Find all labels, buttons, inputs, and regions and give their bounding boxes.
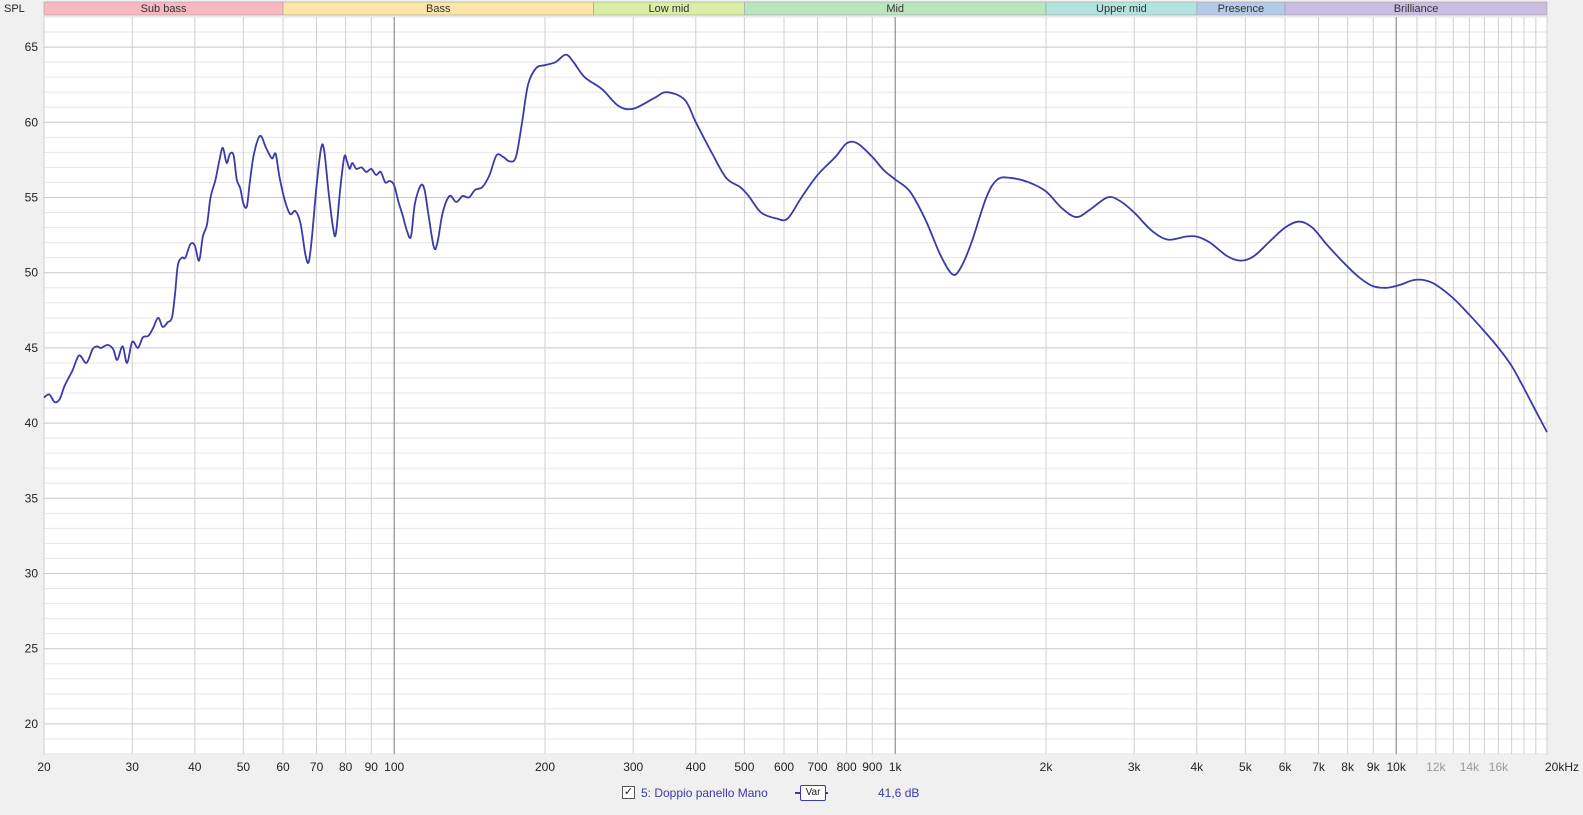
legend-series-label[interactable]: 5: Doppio panello Mano bbox=[641, 786, 768, 800]
x-tick-label: 12k bbox=[1426, 760, 1446, 774]
x-axis-ticks: 20 30 40 50 60 70 80 90 100 200 300 400 500 600 700 800… bbox=[37, 760, 1579, 774]
band-label: Sub bass bbox=[141, 3, 187, 15]
x-tick-label: 900 bbox=[862, 760, 882, 774]
var-button[interactable]: Var bbox=[800, 785, 826, 801]
series-visibility-checkbox[interactable]: ✓ bbox=[622, 786, 635, 799]
x-tick-label: 800 bbox=[837, 760, 857, 774]
x-tick-label: 1k bbox=[889, 760, 903, 774]
y-tick-label: 30 bbox=[25, 567, 39, 581]
frequency-response-chart[interactable]: Sub bass Bass Low mid Mid Upper mid Presence B… bbox=[0, 0, 1583, 815]
x-tick-label: 200 bbox=[535, 760, 555, 774]
band-label: Upper mid bbox=[1096, 3, 1147, 15]
y-tick-label: 55 bbox=[25, 190, 39, 204]
x-tick-label: 6k bbox=[1279, 760, 1293, 774]
cursor-value-readout: 41,6 dB bbox=[878, 786, 920, 800]
y-tick-label: 25 bbox=[25, 642, 39, 656]
x-tick-label: 80 bbox=[339, 760, 353, 774]
x-tick-label: 9k bbox=[1367, 760, 1381, 774]
x-tick-label: 20 bbox=[37, 760, 51, 774]
x-tick-label: 16k bbox=[1489, 760, 1509, 774]
x-tick-label: 3k bbox=[1128, 760, 1142, 774]
y-axis-ticks: 20 25 30 35 40 45 50 55 60 65 bbox=[25, 40, 39, 731]
x-tick-label: 90 bbox=[365, 760, 379, 774]
x-tick-label: 500 bbox=[734, 760, 754, 774]
x-tick-label: 60 bbox=[276, 760, 290, 774]
band-label: Brilliance bbox=[1394, 3, 1439, 15]
x-tick-label: 400 bbox=[686, 760, 706, 774]
x-tick-label: 40 bbox=[188, 760, 202, 774]
y-tick-label: 40 bbox=[25, 416, 39, 430]
x-tick-label: 14k bbox=[1460, 760, 1480, 774]
plot-area[interactable] bbox=[43, 16, 1548, 755]
x-tick-label: 30 bbox=[126, 760, 140, 774]
y-axis-label: SPL bbox=[4, 3, 25, 15]
x-tick-label: 600 bbox=[774, 760, 794, 774]
x-tick-label: 100 bbox=[384, 760, 404, 774]
x-tick-label: 7k bbox=[1312, 760, 1326, 774]
y-tick-label: 45 bbox=[25, 341, 39, 355]
x-tick-label: 8k bbox=[1341, 760, 1355, 774]
x-tick-label: 10k bbox=[1387, 760, 1407, 774]
y-tick-label: 20 bbox=[25, 717, 39, 731]
x-tick-label: 50 bbox=[237, 760, 251, 774]
y-tick-label: 35 bbox=[25, 491, 39, 505]
x-tick-label: 20kHz bbox=[1545, 760, 1579, 774]
x-tick-label: 300 bbox=[623, 760, 643, 774]
band-label: Presence bbox=[1218, 3, 1264, 15]
x-tick-label: 700 bbox=[808, 760, 828, 774]
y-tick-label: 65 bbox=[25, 40, 39, 54]
x-tick-label: 70 bbox=[310, 760, 324, 774]
x-tick-label: 4k bbox=[1190, 760, 1204, 774]
x-tick-label: 2k bbox=[1040, 760, 1054, 774]
band-label: Mid bbox=[886, 3, 904, 15]
band-label: Bass bbox=[426, 3, 451, 15]
legend: ✓ 5: Doppio panello Mano Var 41,6 dB bbox=[0, 784, 1583, 806]
y-tick-label: 50 bbox=[25, 266, 39, 280]
band-label: Low mid bbox=[648, 3, 689, 15]
y-tick-label: 60 bbox=[25, 115, 39, 129]
frequency-band-strip: Sub bass Bass Low mid Mid Upper mid Presence B… bbox=[43, 1, 1548, 16]
x-tick-label: 5k bbox=[1239, 760, 1253, 774]
